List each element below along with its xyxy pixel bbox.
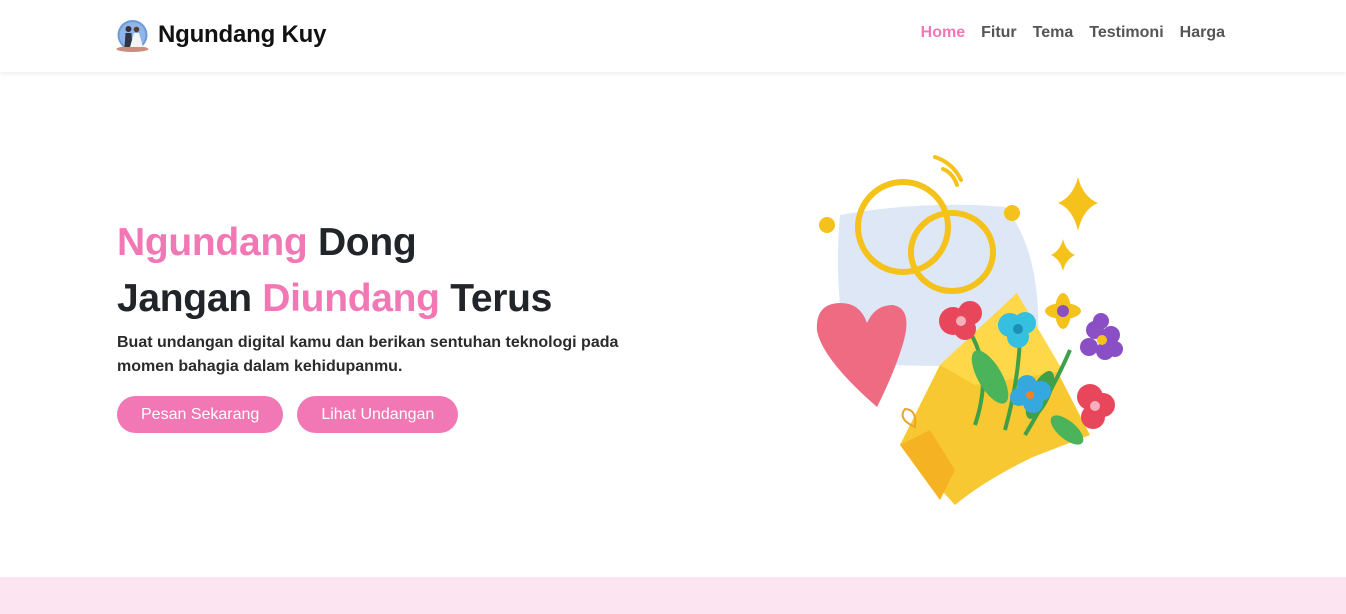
hero-title-highlight-2: Diundang (262, 277, 440, 320)
hero-title-part-3: Terus (439, 277, 553, 320)
next-section-band (0, 577, 1346, 614)
view-invitation-button[interactable]: Lihat Undangan (297, 396, 459, 433)
nav-link-harga[interactable]: Harga (1180, 24, 1225, 41)
brand-link[interactable]: Ngundang Kuy (116, 17, 326, 53)
hero-section: Ngundang Dong Jangan Diundang Terus Buat… (117, 215, 657, 433)
nav-link-testimoni[interactable]: Testimoni (1089, 24, 1163, 41)
couple-wedding-logo-icon (116, 19, 149, 52)
nav-link-tema[interactable]: Tema (1033, 24, 1074, 41)
nav-menu: Home Fitur Tema Testimoni Harga (921, 24, 1225, 42)
hero-description: Buat undangan digital kamu dan berikan s… (117, 334, 619, 375)
wedding-rings-bouquet-illustration-icon (816, 155, 1123, 505)
nav-link-fitur[interactable]: Fitur (981, 24, 1017, 41)
navbar: Ngundang Kuy Home Fitur Tema Testimoni H… (0, 0, 1346, 72)
hero-title-part-2: Jangan (117, 277, 263, 320)
nav-link-home[interactable]: Home (921, 24, 965, 41)
order-now-button[interactable]: Pesan Sekarang (117, 396, 284, 433)
brand-name: Ngundang Kuy (158, 21, 327, 48)
hero-title-part-1: Dong (307, 221, 417, 264)
hero-title-highlight-1: Ngundang (117, 221, 308, 264)
hero-buttons: Pesan Sekarang Lihat Undangan (117, 396, 657, 433)
hero-title: Ngundang Dong Jangan Diundang Terus (117, 215, 657, 327)
